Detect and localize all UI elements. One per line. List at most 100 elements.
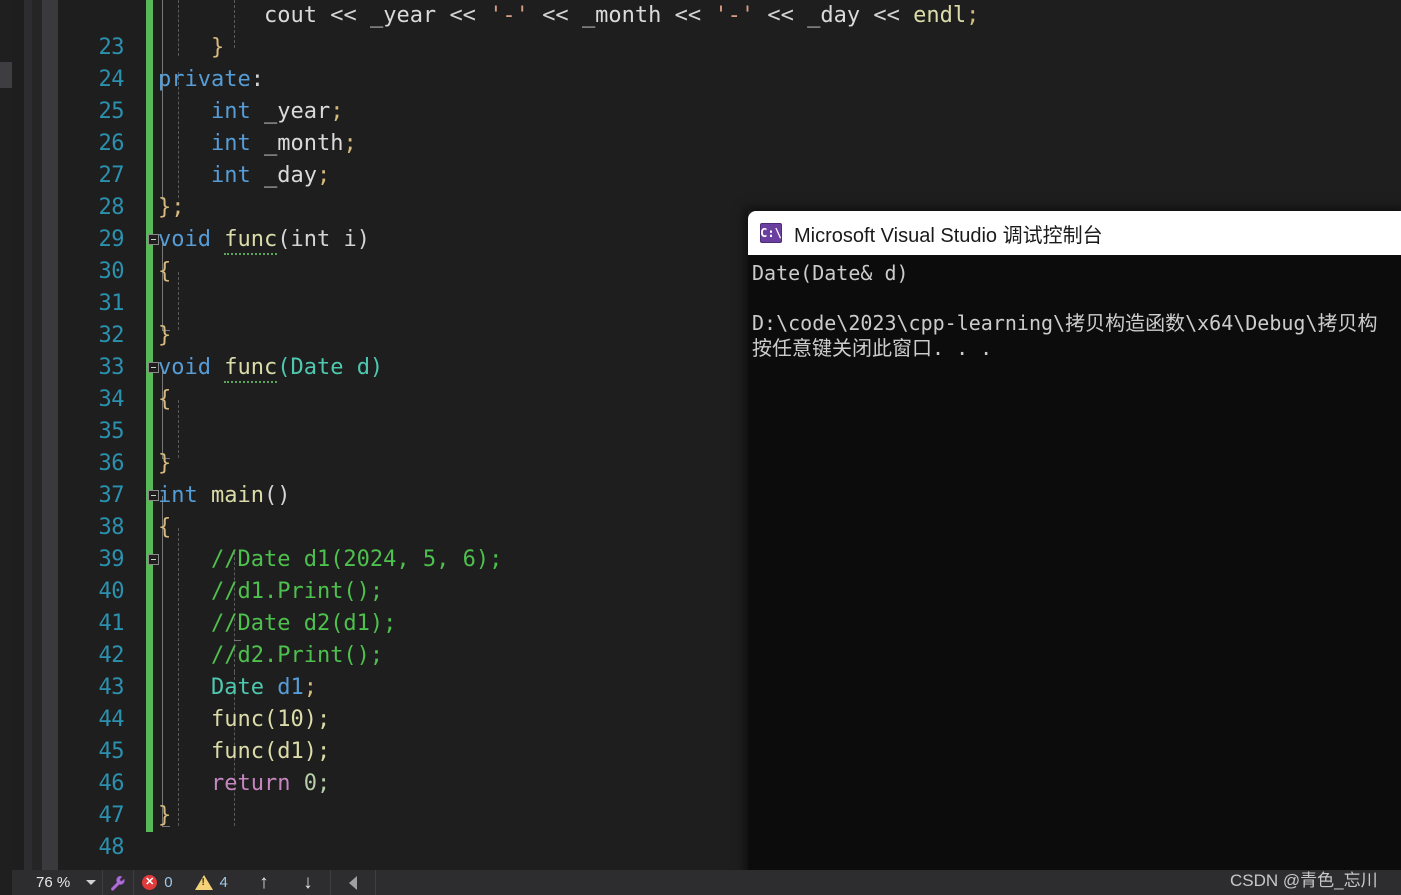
- wrench-icon[interactable]: [103, 870, 133, 895]
- chrome-column-a: [12, 0, 24, 870]
- token-shift: <<: [330, 3, 357, 28]
- status-bar: 76 % ✕ 0 4 ↑ ↓: [0, 870, 1401, 895]
- code-line-text: Date d1;: [158, 672, 317, 704]
- token-endl: endl: [913, 3, 967, 28]
- token-cout: cout: [263, 3, 317, 28]
- change-bar: [146, 160, 153, 192]
- token-shift: <<: [542, 3, 569, 28]
- token-close-brace: }: [158, 803, 172, 828]
- console-output[interactable]: Date(Date& d) D:\code\2023\cpp-learning\…: [748, 255, 1401, 895]
- wrench-glyph: [111, 875, 125, 891]
- editor-vertical-scrollbar-left[interactable]: [0, 0, 12, 870]
- nav-up-button[interactable]: ↑: [242, 870, 286, 895]
- console-line: Date(Date& d): [752, 261, 909, 285]
- token-close-brace: }: [158, 323, 172, 348]
- change-bar: [146, 800, 153, 832]
- csdn-watermark: CSDN @青色_忘川: [1230, 871, 1378, 890]
- triangle-left-icon[interactable]: [331, 870, 375, 895]
- code-line-text: {: [158, 512, 171, 544]
- change-bar: [146, 128, 153, 160]
- console-cmd-icon: C:\: [760, 223, 782, 243]
- token-dash-char: '-': [714, 3, 755, 28]
- token-type-date: Date: [210, 675, 264, 700]
- status-bar-left-edge: [0, 870, 12, 895]
- token-params-date-d: (Date d): [277, 355, 384, 380]
- scrollbar-thumb[interactable]: [0, 62, 12, 88]
- code-line[interactable]: 24 }: [58, 32, 1401, 92]
- chrome-column-c: [32, 0, 42, 870]
- code-line-text: return 0;: [158, 768, 330, 800]
- token-shift: <<: [873, 3, 900, 28]
- token-dash-char: '-': [489, 3, 529, 28]
- code-line-text: int _month;: [158, 128, 357, 160]
- token-params-int-i: (int i): [277, 227, 370, 252]
- change-bar: [146, 320, 153, 352]
- nav-down-button[interactable]: ↓: [286, 870, 330, 895]
- code-line[interactable]: 27 int _month;: [58, 128, 1401, 188]
- change-bar: [146, 448, 153, 480]
- token-year: _year: [369, 3, 437, 28]
- code-line[interactable]: 26 int _year;: [58, 96, 1401, 156]
- code-line-text: func(d1);: [158, 736, 330, 768]
- error-count-label: 0: [164, 874, 173, 891]
- token-open-brace: {: [158, 259, 172, 284]
- code-line-text: //Date d1(2024, 5, 6);: [158, 544, 502, 576]
- code-line[interactable]: 25 private:: [58, 64, 1401, 124]
- token-brace-semi: };: [158, 195, 185, 220]
- token-func: func: [224, 355, 278, 383]
- change-bar: [146, 0, 153, 32]
- change-bar: [146, 384, 153, 416]
- token-shift: <<: [767, 3, 794, 28]
- error-count-indicator[interactable]: ✕ 0: [134, 870, 186, 895]
- code-line-text: //Date d2(d1);: [158, 608, 396, 640]
- token-semicolon: ;: [303, 675, 317, 700]
- change-bar: [146, 96, 153, 128]
- token-private: private: [158, 67, 251, 92]
- code-line-text: }: [158, 800, 171, 832]
- zoom-level-label: 76 %: [36, 874, 71, 891]
- token-shift: <<: [674, 3, 702, 28]
- change-bar: [146, 736, 153, 768]
- code-line[interactable]: 23 cout << _year << '-' << _month << '-'…: [58, 0, 1401, 60]
- token-comment: //Date d2(d1);: [210, 611, 397, 636]
- token-return: return: [210, 771, 291, 796]
- code-line-text: }: [158, 320, 171, 352]
- change-bar: [146, 672, 153, 704]
- token-void: void: [158, 227, 211, 252]
- token-close-brace: }: [158, 451, 172, 476]
- code-line[interactable]: 28 int _day;: [58, 160, 1401, 220]
- token-void: void: [158, 355, 211, 380]
- token-open-brace: {: [158, 387, 172, 412]
- token-month: _month: [263, 131, 344, 156]
- change-bar: [146, 192, 153, 224]
- console-line: 按任意键关闭此窗口. . .: [752, 336, 993, 360]
- code-line-text: {: [158, 384, 171, 416]
- token-var-d1: d1: [277, 675, 304, 700]
- token-open-brace: {: [158, 515, 172, 540]
- warning-icon: [194, 875, 213, 890]
- change-bar: [146, 768, 153, 800]
- chevron-down-icon[interactable]: [86, 880, 97, 885]
- token-comment: //d1.Print();: [210, 579, 384, 604]
- warning-count-indicator[interactable]: 4: [187, 870, 242, 895]
- token-semicolon: ;: [966, 3, 980, 28]
- token-int: int: [158, 483, 198, 508]
- zoom-level-control[interactable]: 76 %: [28, 870, 102, 895]
- change-bar: [146, 32, 153, 64]
- console-title-bar[interactable]: C:\ Microsoft Visual Studio 调试控制台: [748, 211, 1401, 255]
- change-bar: [146, 64, 153, 96]
- change-bar: [146, 704, 153, 736]
- token-comment: //d2.Print();: [210, 643, 384, 668]
- code-line-text: cout << _year << '-' << _month << '-' <<…: [158, 0, 979, 32]
- debug-console-window[interactable]: C:\ Microsoft Visual Studio 调试控制台 Date(D…: [748, 211, 1401, 895]
- token-comment: //Date d1(2024, 5, 6);: [210, 547, 503, 572]
- code-line-text: func(10);: [158, 704, 330, 736]
- code-line-text: //d1.Print();: [158, 576, 383, 608]
- change-bar: [146, 416, 153, 448]
- code-line-text: int main(): [158, 480, 290, 512]
- token-colon: :: [250, 67, 264, 92]
- token-zero: 0;: [303, 771, 331, 796]
- code-line-text: }: [158, 32, 224, 64]
- token-year: _year: [263, 99, 331, 124]
- console-line: D:\code\2023\cpp-learning\拷贝构造函数\x64\Deb…: [752, 311, 1378, 335]
